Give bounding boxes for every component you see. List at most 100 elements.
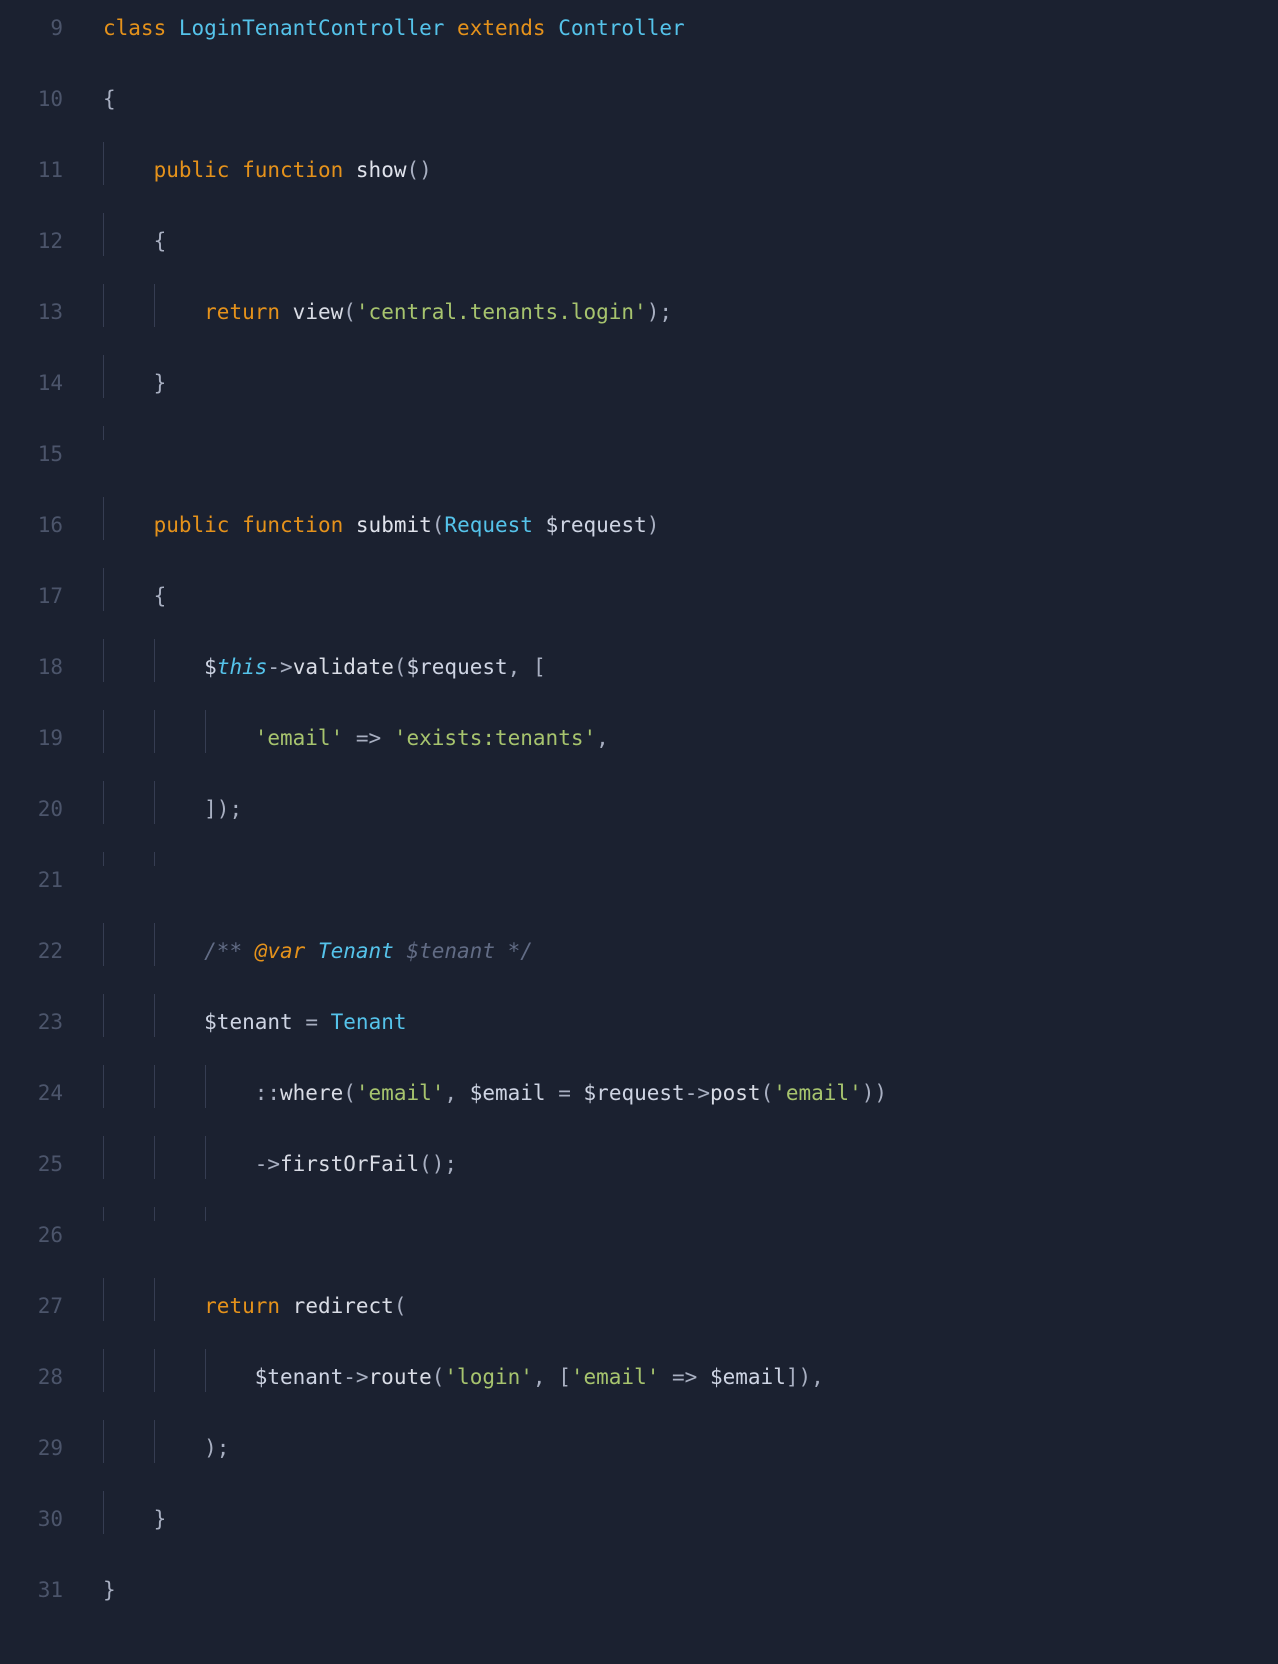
token-var: $email <box>470 1081 546 1105</box>
code-line[interactable]: 31} <box>0 1562 1278 1633</box>
code-line[interactable]: 16 public function submit(Request $reque… <box>0 497 1278 568</box>
token-punc: , [ <box>533 1365 571 1389</box>
code-content[interactable]: $this->validate($request, [ <box>85 639 1278 682</box>
code-content[interactable]: 'email' => 'exists:tenants', <box>85 710 1278 753</box>
token-kw-return: return <box>204 300 280 324</box>
code-content[interactable] <box>85 426 1278 440</box>
token-plain <box>293 1010 306 1034</box>
code-line[interactable]: 27 return redirect( <box>0 1278 1278 1349</box>
indent-guide <box>103 426 104 440</box>
line-number: 21 <box>0 852 85 895</box>
code-content[interactable]: public function show() <box>85 142 1278 185</box>
code-content[interactable]: $tenant->route('login', ['email' => $ema… <box>85 1349 1278 1392</box>
token-plain <box>533 513 546 537</box>
token-plain <box>444 16 457 40</box>
token-fn-def: show <box>356 158 407 182</box>
code-line[interactable]: 24 ::where('email', $email = $request->p… <box>0 1065 1278 1136</box>
code-content[interactable]: ::where('email', $email = $request->post… <box>85 1065 1278 1108</box>
code-line[interactable]: 22 /** @var Tenant $tenant */ <box>0 923 1278 994</box>
code-line[interactable]: 11 public function show() <box>0 142 1278 213</box>
code-content[interactable]: { <box>85 71 1278 114</box>
token-plain <box>343 726 356 750</box>
code-line[interactable]: 25 ->firstOrFail(); <box>0 1136 1278 1207</box>
token-plain <box>280 1294 293 1318</box>
code-line[interactable]: 28 $tenant->route('login', ['email' => $… <box>0 1349 1278 1420</box>
code-content[interactable]: ->firstOrFail(); <box>85 1136 1278 1179</box>
code-content[interactable]: { <box>85 568 1278 611</box>
code-line[interactable]: 21 <box>0 852 1278 923</box>
token-plain <box>103 1294 204 1318</box>
token-this: this <box>217 655 268 679</box>
token-plain <box>103 1507 154 1531</box>
token-punc: ( <box>394 1294 407 1318</box>
token-fn-call: post <box>710 1081 761 1105</box>
code-content[interactable]: ); <box>85 1420 1278 1463</box>
token-kw-return: return <box>204 1294 280 1318</box>
line-number: 31 <box>0 1562 85 1605</box>
line-number: 23 <box>0 994 85 1037</box>
code-line[interactable]: 26 <box>0 1207 1278 1278</box>
token-kw-class: extends <box>457 16 546 40</box>
line-number: 11 <box>0 142 85 185</box>
code-content[interactable]: } <box>85 1562 1278 1605</box>
code-content[interactable]: class LoginTenantController extends Cont… <box>85 0 1278 43</box>
token-punc: () <box>406 158 431 182</box>
token-op: => <box>356 726 381 750</box>
token-fn-call: redirect <box>293 1294 394 1318</box>
code-editor[interactable]: 9class LoginTenantController extends Con… <box>0 0 1278 1633</box>
code-content[interactable]: /** @var Tenant $tenant */ <box>85 923 1278 966</box>
code-content[interactable]: return view('central.tenants.login'); <box>85 284 1278 327</box>
line-number: 24 <box>0 1065 85 1108</box>
code-line[interactable]: 30 } <box>0 1491 1278 1562</box>
token-cls-name: Request <box>444 513 533 537</box>
code-line[interactable]: 20 ]); <box>0 781 1278 852</box>
code-content[interactable]: $tenant = Tenant <box>85 994 1278 1037</box>
code-content[interactable]: } <box>85 355 1278 398</box>
line-number: 28 <box>0 1349 85 1392</box>
line-number: 20 <box>0 781 85 824</box>
token-op: :: <box>255 1081 280 1105</box>
line-number: 17 <box>0 568 85 611</box>
token-plain <box>571 1081 584 1105</box>
token-var: $email <box>710 1365 786 1389</box>
code-line[interactable]: 23 $tenant = Tenant <box>0 994 1278 1065</box>
token-str: 'central.tenants.login' <box>356 300 647 324</box>
code-line[interactable]: 17 { <box>0 568 1278 639</box>
token-fn-def: submit <box>356 513 432 537</box>
line-number: 16 <box>0 497 85 540</box>
token-plain <box>103 939 204 963</box>
token-punc: { <box>154 584 167 608</box>
code-line[interactable]: 14 } <box>0 355 1278 426</box>
code-line[interactable]: 19 'email' => 'exists:tenants', <box>0 710 1278 781</box>
code-content[interactable]: public function submit(Request $request) <box>85 497 1278 540</box>
line-number: 9 <box>0 0 85 43</box>
token-punc: } <box>154 371 167 395</box>
token-kw-pub: public <box>154 513 230 537</box>
code-line[interactable]: 29 ); <box>0 1420 1278 1491</box>
code-content[interactable] <box>85 852 1278 866</box>
token-plain <box>343 513 356 537</box>
code-content[interactable]: { <box>85 213 1278 256</box>
token-str: 'email' <box>571 1365 660 1389</box>
code-line[interactable]: 9class LoginTenantController extends Con… <box>0 0 1278 71</box>
code-content[interactable]: return redirect( <box>85 1278 1278 1321</box>
token-punc: { <box>103 87 116 111</box>
token-fn-call: view <box>293 300 344 324</box>
code-line[interactable]: 18 $this->validate($request, [ <box>0 639 1278 710</box>
token-plain <box>697 1365 710 1389</box>
code-line[interactable]: 10{ <box>0 71 1278 142</box>
token-cmt <box>305 939 318 963</box>
code-content[interactable]: } <box>85 1491 1278 1534</box>
code-line[interactable]: 13 return view('central.tenants.login'); <box>0 284 1278 355</box>
code-line[interactable]: 12 { <box>0 213 1278 284</box>
code-line[interactable]: 15 <box>0 426 1278 497</box>
token-punc: ]); <box>204 797 242 821</box>
code-content[interactable] <box>85 1207 1278 1221</box>
code-content[interactable]: ]); <box>85 781 1278 824</box>
token-plain <box>229 158 242 182</box>
token-punc: ]), <box>786 1365 824 1389</box>
token-fn-call: route <box>369 1365 432 1389</box>
indent-guide <box>103 852 104 866</box>
line-number: 29 <box>0 1420 85 1463</box>
token-punc: ( <box>761 1081 774 1105</box>
